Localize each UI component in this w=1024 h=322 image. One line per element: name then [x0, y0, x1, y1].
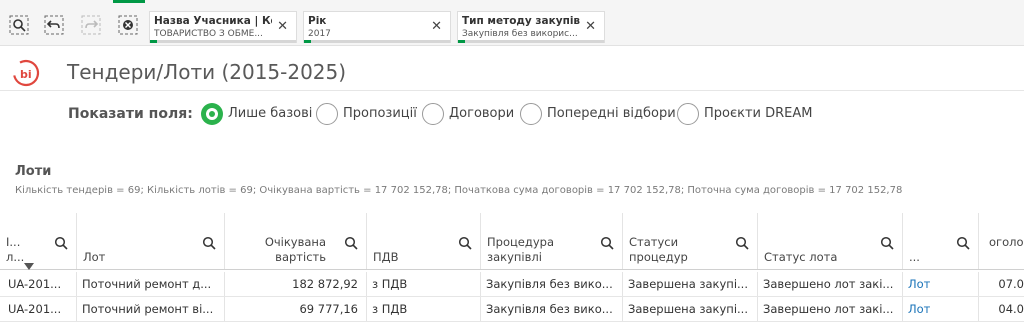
search-icon[interactable]	[458, 235, 472, 254]
filter-chip-progress	[458, 40, 604, 43]
search-icon[interactable]	[956, 235, 970, 254]
app-logo-icon: bi	[10, 58, 42, 92]
cell-procedure-status: Завершена закупі...	[622, 297, 757, 321]
search-icon[interactable]	[202, 235, 216, 254]
table-header: І... л... Лот Очікувана вартість ПДВ Проце…	[0, 213, 1024, 270]
column-header-line1: Очікувана	[264, 235, 326, 249]
column-header-procedure[interactable]: Процедура закупівлі	[480, 213, 622, 269]
filter-chip-value: ТОВАРИСТВО З ОБМЕ...	[154, 29, 263, 39]
radio-label: Попередні відбори	[547, 106, 676, 121]
filter-chip-value: 2017	[308, 29, 331, 39]
search-icon[interactable]	[54, 235, 68, 254]
filter-chip-participant[interactable]: Назва Учасника | Ко... ТОВАРИСТВО З ОБМЕ…	[149, 11, 297, 43]
cell-expected-value: 182 872,92	[224, 272, 366, 296]
column-header-lot[interactable]: Лот	[76, 213, 224, 269]
search-icon[interactable]	[735, 235, 749, 254]
radio-label: Пропозиції	[343, 106, 417, 121]
cell-lot[interactable]: Поточний ремонт д...	[76, 272, 224, 296]
column-header-link[interactable]: ...	[902, 213, 978, 269]
cell-announced: 07.0	[978, 272, 1024, 296]
selections-toolbar: Назва Учасника | Ко... ТОВАРИСТВО З ОБМЕ…	[0, 0, 1024, 46]
cell-lot[interactable]: Поточний ремонт ві...	[76, 297, 224, 321]
column-header-line1: І...	[6, 235, 21, 249]
radio-unchecked-icon	[422, 103, 444, 125]
column-header-vat[interactable]: ПДВ	[366, 213, 480, 269]
cell-expected-value: 69 777,16	[224, 297, 366, 321]
lot-link[interactable]: Лот	[902, 272, 978, 296]
radio-label: Проєкти DREAM	[704, 106, 813, 121]
close-icon[interactable]: ✕	[277, 19, 288, 34]
column-header-announced[interactable]: оголо	[978, 213, 1024, 269]
radio-label: Договори	[449, 106, 515, 121]
column-header-line1: Статуси	[629, 235, 679, 249]
fields-label: Показати поля:	[68, 106, 193, 122]
radio-unchecked-icon	[520, 103, 542, 125]
filter-chip-title: Рік	[308, 15, 327, 27]
cell-vat: з ПДВ	[366, 297, 480, 321]
filter-chip-progress	[150, 40, 296, 43]
close-icon[interactable]: ✕	[585, 19, 596, 34]
close-icon[interactable]: ✕	[431, 19, 442, 34]
section-title: Лоти	[15, 164, 52, 179]
search-icon[interactable]	[344, 235, 358, 254]
step-back-icon[interactable]	[43, 14, 65, 36]
column-header-line2: Статус лота	[764, 250, 838, 264]
filter-chip-value: Закупівля без викорис...	[462, 29, 578, 39]
toolbar-active-indicator	[113, 0, 145, 3]
column-header-line2: процедур	[629, 250, 688, 264]
cell-vat: з ПДВ	[366, 272, 480, 296]
column-header-line2: закупівлі	[487, 250, 542, 264]
filter-chip-progress	[304, 40, 450, 43]
column-header-line2: л...	[6, 250, 25, 264]
radio-checked-icon	[201, 103, 223, 125]
cell-id[interactable]: UA-201...	[0, 297, 76, 321]
cell-procedure: Закупівля без вико...	[480, 272, 622, 296]
column-header-line2: ПДВ	[373, 250, 399, 264]
page-title: Тендери/Лоти (2015-2025)	[67, 60, 347, 84]
filter-chip-procurement-method[interactable]: Тип методу закупівлі Закупівля без викор…	[457, 11, 605, 43]
header-divider	[0, 90, 1024, 91]
column-header-line2: Лот	[83, 250, 106, 264]
clear-selections-icon[interactable]	[117, 14, 139, 36]
filter-chip-title: Назва Учасника | Ко...	[154, 15, 272, 27]
column-header-line2: вартість	[275, 250, 326, 264]
filter-chip-title: Тип методу закупівлі	[462, 15, 580, 27]
lot-link[interactable]: Лот	[902, 297, 978, 321]
column-header-expected-value[interactable]: Очікувана вартість	[224, 213, 366, 269]
search-icon[interactable]	[880, 235, 894, 254]
table-row[interactable]: UA-201... Поточний ремонт ві... 69 777,1…	[0, 297, 1024, 322]
step-forward-icon[interactable]	[80, 14, 102, 36]
cell-procedure-status: Завершена закупі...	[622, 272, 757, 296]
column-header-id[interactable]: І... л...	[0, 213, 76, 270]
column-header-procedure-statuses[interactable]: Статуси процедур	[622, 213, 757, 269]
search-icon[interactable]	[600, 235, 614, 254]
svg-text:bi: bi	[20, 68, 32, 81]
lots-summary: Кількість тендерів = 69; Кількість лотів…	[15, 185, 903, 196]
cell-procedure: Закупівля без вико...	[480, 297, 622, 321]
filter-chip-year[interactable]: Рік 2017 ✕	[303, 11, 451, 43]
smart-search-icon[interactable]	[8, 14, 30, 36]
cell-lot-status: Завершено лот закі...	[757, 272, 902, 296]
cell-lot-status: Завершено лот закі...	[757, 297, 902, 321]
table-row[interactable]: UA-201... Поточний ремонт д... 182 872,9…	[0, 272, 1024, 297]
radio-label: Лише базові	[228, 106, 313, 121]
cell-id[interactable]: UA-201...	[0, 272, 76, 296]
column-header-lot-status[interactable]: Статус лота	[757, 213, 902, 269]
cell-announced: 04.0	[978, 297, 1024, 321]
column-header-line2: ...	[909, 250, 920, 264]
column-header-line1: оголо	[989, 235, 1024, 249]
column-header-line1: Процедура	[487, 235, 554, 249]
radio-unchecked-icon	[316, 103, 338, 125]
radio-unchecked-icon	[677, 103, 699, 125]
